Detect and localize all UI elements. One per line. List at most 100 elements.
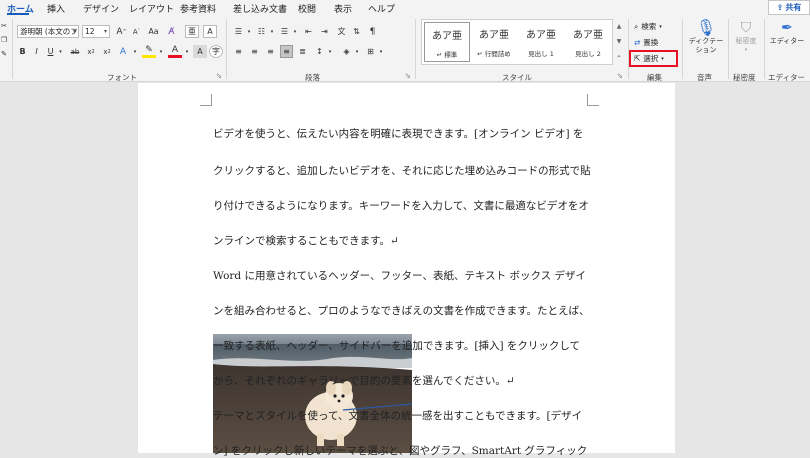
chevron-down-icon[interactable]: ▾ (246, 25, 252, 38)
style-heading-1[interactable]: あア亜 見出し 1 (518, 22, 564, 62)
tab-help[interactable]: ヘルプ (368, 2, 395, 15)
text-effects-icon[interactable]: A (116, 45, 130, 58)
align-center-icon[interactable]: ≡ (248, 45, 261, 58)
chevron-down-icon[interactable]: ▾ (184, 45, 190, 58)
share-button[interactable]: ⇪ 共有 (768, 0, 810, 15)
numbering-icon[interactable]: ☷ (255, 25, 268, 38)
tab-layout[interactable]: レイアウト (129, 2, 174, 15)
document-text-line[interactable]: テーマとスタイルを使って、文書全体の統一感を出すこともできます。[デザイ (213, 408, 587, 423)
cut-icon[interactable]: ✂ (0, 21, 8, 31)
chevron-down-icon[interactable]: ▾ (327, 45, 333, 58)
tab-insert[interactable]: 挿入 (47, 2, 65, 15)
shrink-font-icon[interactable]: Aˇ (130, 25, 143, 38)
dictate-button[interactable]: 🎙 ディクテーション (687, 19, 725, 55)
paragraph-dialog-launcher-icon[interactable]: ⬂ (405, 72, 411, 80)
replace-icon: ⇄ (634, 38, 641, 47)
document-text-line[interactable]: 一致する表紙、ヘッダー、サイドバーを追加できます。[挿入] をクリックして (213, 338, 587, 353)
editor-button[interactable]: ✒ エディター (768, 19, 806, 46)
format-painter-icon[interactable]: ✎ (0, 49, 8, 59)
grow-font-icon[interactable]: A ^ (115, 25, 128, 38)
document-text-line[interactable]: ンラインで検索することもできます。↵ (213, 233, 587, 248)
font-size-field[interactable]: 12 ▾ (82, 25, 110, 38)
separator (226, 19, 227, 79)
show-marks-icon[interactable]: ¶ (366, 25, 379, 38)
style-name: ↵ 標準 (436, 51, 458, 59)
tab-review[interactable]: 校閲 (298, 2, 316, 15)
chevron-down-icon: ▾ (103, 28, 107, 35)
superscript-icon[interactable]: x2 (100, 45, 114, 58)
chevron-down-icon[interactable]: ▾ (354, 45, 360, 58)
align-left-icon[interactable]: ≡ (232, 45, 245, 58)
more-styles-icon[interactable]: ⩡ (617, 53, 620, 61)
highlight-icon[interactable]: ✎ (142, 45, 156, 58)
style-no-spacing[interactable]: あア亜 ↵ 行間詰め (471, 22, 517, 62)
styles-scroll[interactable]: ▲ ▼ ⩡ (614, 19, 624, 65)
document-text-line[interactable]: Word に用意されているヘッダー、フッター、表紙、テキスト ボックス デザイ (213, 268, 587, 283)
strikethrough-icon[interactable]: ab (68, 45, 82, 58)
document-text-line[interactable]: クリックすると、追加したいビデオを、それに応じた埋め込みコードの形式で貼 (213, 163, 591, 178)
line-spacing-icon[interactable]: ↕ (313, 45, 326, 58)
justify-icon[interactable]: ≡ (280, 45, 293, 58)
underline-icon[interactable]: U (45, 45, 56, 58)
style-normal[interactable]: あア亜 ↵ 標準 (424, 22, 470, 62)
asian-layout-icon[interactable]: 文 (335, 25, 348, 38)
separator (415, 19, 416, 79)
style-name: 見出し 2 (575, 50, 601, 58)
sensitivity-button[interactable]: ⛉ 秘密度 ▾ (732, 19, 760, 55)
styles-gallery: あア亜 ↵ 標準 あア亜 ↵ 行間詰め あア亜 見出し 1 あア亜 見出し 2 (421, 19, 613, 65)
separator (764, 19, 765, 79)
font-dialog-launcher-icon[interactable]: ⬂ (216, 72, 222, 80)
chevron-down-icon[interactable]: ▾ (132, 45, 138, 58)
chevron-down-icon[interactable]: ▾ (158, 45, 164, 58)
tab-references[interactable]: 参考資料 (180, 2, 216, 15)
italic-icon[interactable]: I (31, 45, 42, 58)
ruby-icon[interactable]: 亜 (185, 25, 199, 38)
document-text-line[interactable]: から、それぞれのギャラリーで目的の要素を選んでください。↵ (213, 373, 587, 388)
style-heading-2[interactable]: あア亜 見出し 2 (565, 22, 611, 62)
borders-icon[interactable]: ⊞ (364, 45, 377, 58)
change-case-icon[interactable]: Aa (147, 25, 160, 38)
font-name-field[interactable]: 游明朝 (本文のフ ▾ (17, 25, 79, 38)
font-color-icon[interactable]: A (168, 45, 182, 58)
chevron-down-icon[interactable]: ▾ (378, 45, 384, 58)
chevron-down-icon[interactable]: ▾ (57, 45, 64, 58)
shading-icon[interactable]: ◈ (340, 45, 353, 58)
styles-dialog-launcher-icon[interactable]: ⬂ (617, 72, 623, 80)
document-page[interactable]: ビデオを使うと、伝えたい内容を明確に表現できます。[オンライン ビデオ] を ク… (138, 83, 675, 457)
document-text-line[interactable]: ビデオを使うと、伝えたい内容を明確に表現できます。[オンライン ビデオ] を (213, 126, 587, 141)
copy-icon[interactable]: ❐ (0, 35, 8, 45)
tab-mailings[interactable]: 差し込み文書 (233, 2, 287, 15)
find-button[interactable]: ⌕ 検索 ▾ (634, 21, 662, 32)
chevron-down-icon[interactable]: ▼ (617, 38, 622, 45)
replace-button[interactable]: ⇄ 置換 (634, 37, 658, 48)
paragraph-group-label: 段落 (305, 73, 320, 82)
document-text-line[interactable]: り付けできるようになります。キーワードを入力して、文書に最適なビデオをオ (213, 198, 589, 213)
clear-formatting-icon[interactable]: A̸ (165, 25, 178, 38)
sort-icon[interactable]: ⇅ (350, 25, 363, 38)
subscript-icon[interactable]: x2 (84, 45, 98, 58)
styles-group-label: スタイル (502, 73, 532, 82)
chevron-down-icon[interactable]: ▾ (292, 25, 298, 38)
tab-view[interactable]: 表示 (334, 2, 352, 15)
bullets-icon[interactable]: ☰ (232, 25, 245, 38)
character-shading-icon[interactable]: A (193, 45, 207, 58)
document-text-line[interactable]: ンを組み合わせると、プロのようなできばえの文書を作成できます。たとえば、 (213, 303, 590, 318)
document-text-line[interactable]: ン] をクリックし新しいテーマを選ぶと、図やグラフ、SmartArt グラフィッ… (213, 443, 587, 458)
distributed-icon[interactable]: ≣ (296, 45, 309, 58)
chevron-up-icon[interactable]: ▲ (617, 23, 622, 30)
increase-indent-icon[interactable]: ⇥ (318, 25, 331, 38)
align-right-icon[interactable]: ≡ (264, 45, 277, 58)
enclose-characters-icon[interactable]: 字 (209, 45, 223, 58)
share-icon: ⇪ (776, 3, 784, 12)
editor-group-label: エディター (768, 73, 805, 82)
editing-group-label: 編集 (647, 73, 662, 82)
chevron-down-icon[interactable]: ▾ (269, 25, 275, 38)
tab-design[interactable]: デザイン (83, 2, 119, 15)
font-size-value: 12 (85, 27, 95, 36)
bold-icon[interactable]: B (17, 45, 28, 58)
editor-pen-icon: ✒ (781, 20, 793, 36)
document-canvas: ビデオを使うと、伝えたい内容を明確に表現できます。[オンライン ビデオ] を ク… (0, 83, 810, 457)
decrease-indent-icon[interactable]: ⇤ (302, 25, 315, 38)
multilevel-list-icon[interactable]: ☰ (278, 25, 291, 38)
character-border-icon[interactable]: A (203, 25, 217, 38)
